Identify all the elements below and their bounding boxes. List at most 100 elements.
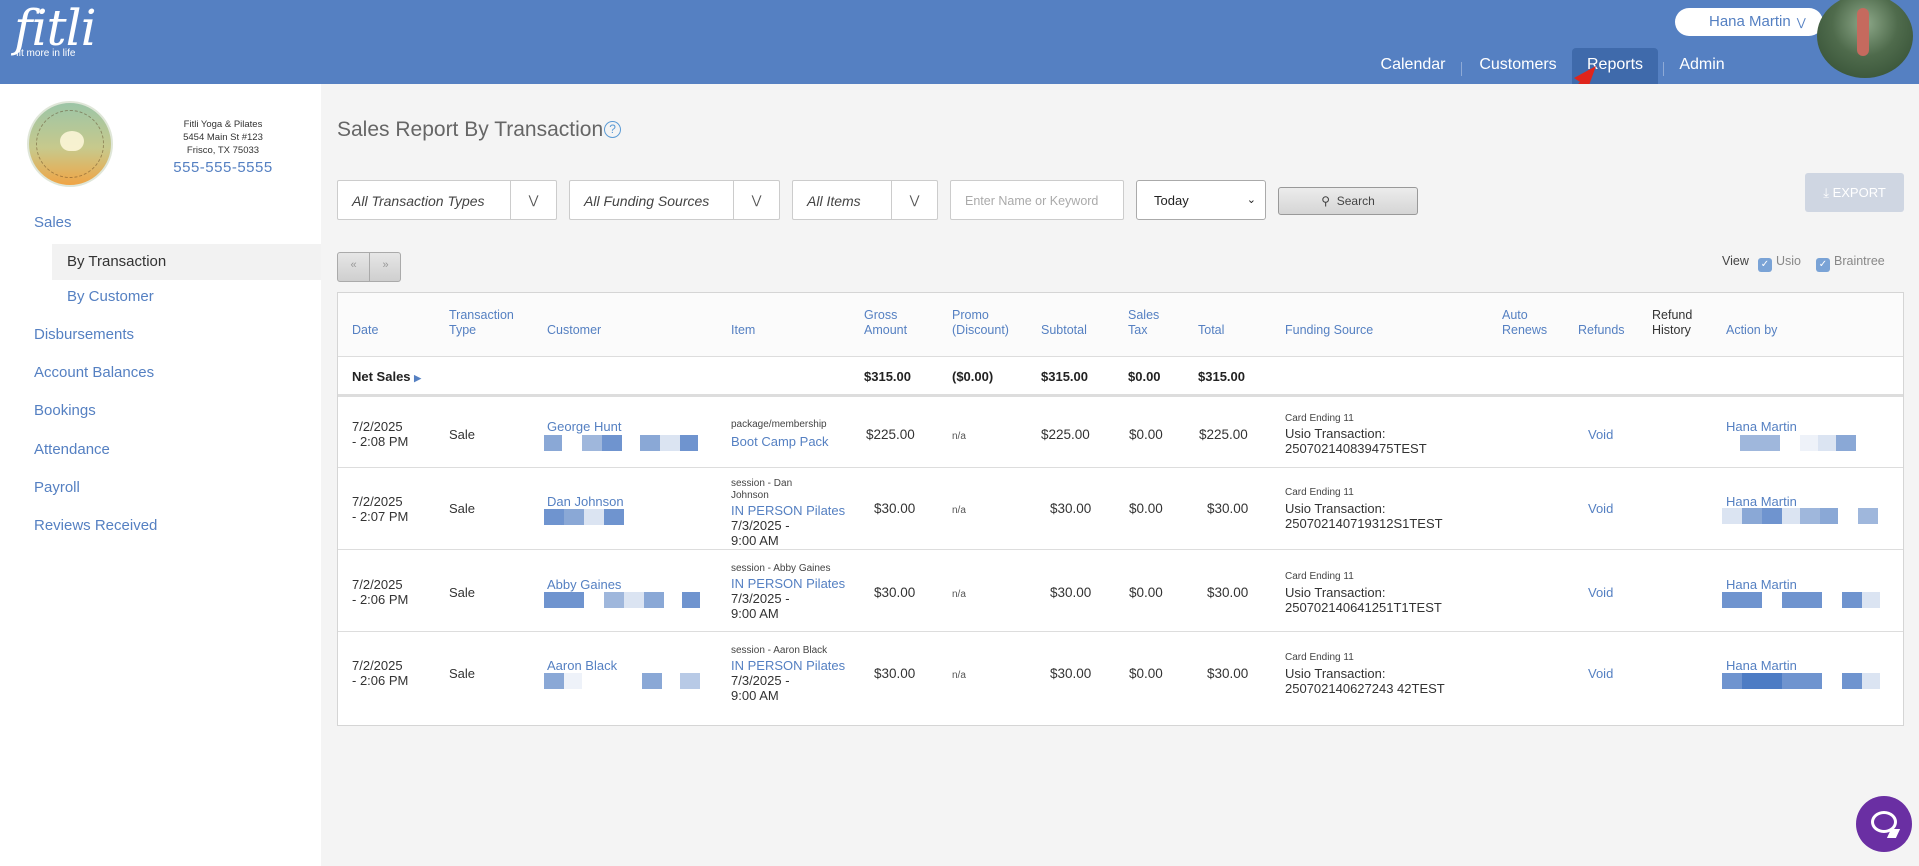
transaction-id: 250702140641251T1TEST: [1285, 600, 1442, 615]
item-link[interactable]: IN PERSON Pilates: [731, 503, 845, 518]
col-customer[interactable]: Customer: [547, 323, 601, 338]
sidebar-item-account-balances[interactable]: Account Balances: [34, 364, 154, 381]
search-button[interactable]: ⚲ Search: [1278, 187, 1418, 215]
action-by-link[interactable]: Hana Martin: [1726, 419, 1797, 434]
usio-checkbox[interactable]: ✓ Usio: [1758, 254, 1801, 272]
question-circle-icon[interactable]: ?: [604, 121, 622, 138]
redacted-block: [1722, 592, 1880, 608]
view-label: View: [1722, 254, 1749, 268]
date-line: - 2:08 PM: [352, 434, 409, 449]
action-by-link[interactable]: Hana Martin: [1726, 658, 1797, 673]
sidebar-item-by-transaction[interactable]: By Transaction: [52, 244, 321, 280]
braintree-label: Braintree: [1834, 254, 1885, 268]
col-sales-tax[interactable]: Sales Tax: [1128, 308, 1159, 338]
table-row: 7/2/2025- 2:07 PM Sale Dan Johnson sessi…: [338, 468, 1903, 550]
customer-link[interactable]: Abby Gaines: [547, 577, 621, 592]
pager-prev-button[interactable]: «: [338, 259, 369, 271]
col-refunds[interactable]: Refunds: [1578, 323, 1625, 338]
col-label: Type: [449, 323, 477, 337]
item-date: 7/3/2025 -9:00 AM: [731, 673, 790, 703]
card-ending: Card Ending 11: [1285, 487, 1354, 498]
studio-phone[interactable]: 555-555-5555: [150, 160, 296, 175]
usio-label: Usio Transaction:: [1285, 585, 1386, 600]
date-line: 7/2/2025: [352, 419, 403, 434]
nav-admin[interactable]: Admin: [1670, 48, 1734, 84]
col-label: Sales: [1128, 308, 1160, 322]
input-placeholder: Enter Name or Keyword: [965, 194, 1099, 208]
redacted-block: [544, 592, 700, 608]
braintree-checkbox[interactable]: ✓ Braintree: [1816, 254, 1885, 272]
item-link[interactable]: IN PERSON Pilates: [731, 658, 845, 673]
studio-logo: [27, 101, 113, 187]
nav-calendar[interactable]: Calendar: [1370, 48, 1456, 84]
sidebar-item-reviews-received[interactable]: Reviews Received: [34, 517, 157, 534]
cell-total: $30.00: [1207, 585, 1249, 600]
table-row: 7/2/2025- 2:06 PM Sale Abby Gaines sessi…: [338, 550, 1903, 632]
net-sales-label[interactable]: Net Sales ▶: [352, 369, 421, 384]
sidebar-item-sales[interactable]: Sales: [34, 214, 72, 231]
double-chevron-down-icon: ⋁: [891, 181, 937, 219]
sidebar-item-by-customer[interactable]: By Customer: [67, 288, 154, 305]
col-total[interactable]: Total: [1198, 323, 1224, 338]
item-link[interactable]: Boot Camp Pack: [731, 434, 829, 449]
date-range-select[interactable]: Today ⌄: [1136, 180, 1266, 220]
items-select[interactable]: All Items ⋁: [792, 180, 938, 220]
col-subtotal[interactable]: Subtotal: [1041, 323, 1087, 338]
col-action-by[interactable]: Action by: [1726, 323, 1777, 338]
void-link[interactable]: Void: [1588, 501, 1613, 516]
studio-name: Fitli Yoga & Pilates: [183, 119, 263, 130]
search-button-label: Search: [1336, 194, 1375, 208]
col-promo[interactable]: Promo (Discount): [952, 308, 1009, 338]
action-by-link[interactable]: Hana Martin: [1726, 577, 1797, 592]
col-item[interactable]: Item: [731, 323, 755, 338]
col-label: Refund: [1652, 308, 1693, 322]
net-sales-row: Net Sales ▶ $315.00 ($0.00) $315.00 $0.0…: [338, 357, 1903, 397]
item-date-line: 9:00 AM: [731, 606, 779, 621]
col-funding-source[interactable]: Funding Source: [1285, 323, 1373, 338]
export-button[interactable]: ⤓ EXPORT: [1805, 173, 1904, 212]
page-title-text: Sales Report By Transaction: [337, 118, 604, 141]
item-date-line: 7/3/2025 -: [731, 518, 790, 533]
pager-next-button[interactable]: »: [370, 259, 401, 271]
void-link[interactable]: Void: [1588, 427, 1613, 442]
cell-type: Sale: [449, 427, 476, 442]
user-menu-button[interactable]: Hana Martin ⋁: [1675, 8, 1823, 36]
void-link[interactable]: Void: [1588, 666, 1613, 681]
item-subtitle: session - Aaron Black: [731, 645, 828, 656]
sidebar-item-payroll[interactable]: Payroll: [34, 479, 80, 496]
nav-divider: [1461, 62, 1462, 76]
col-transaction-type[interactable]: Transaction Type: [449, 308, 514, 338]
sidebar: Fitli Yoga & Pilates 5454 Main St #123 F…: [0, 84, 321, 866]
chat-button[interactable]: [1856, 796, 1912, 852]
customer-link[interactable]: George Hunt: [547, 419, 621, 434]
keyword-search-input[interactable]: Enter Name or Keyword: [950, 180, 1124, 220]
cell-date: 7/2/2025- 2:08 PM: [352, 419, 408, 449]
customer-link[interactable]: Dan Johnson: [547, 494, 624, 509]
date-line: - 2:06 PM: [352, 673, 409, 688]
sidebar-item-bookings[interactable]: Bookings: [34, 402, 96, 419]
customer-link[interactable]: Aaron Black: [547, 658, 617, 673]
card-ending: Card Ending 11: [1285, 413, 1354, 424]
col-gross-amount[interactable]: Gross Amount: [864, 308, 907, 338]
col-auto-renews[interactable]: Auto Renews: [1502, 308, 1547, 338]
sidebar-item-attendance[interactable]: Attendance: [34, 441, 110, 458]
void-link[interactable]: Void: [1588, 585, 1613, 600]
transaction-types-select[interactable]: All Transaction Types ⋁​: [337, 180, 557, 220]
action-by-link[interactable]: Hana Martin: [1726, 494, 1797, 509]
net-subtotal: $315.00: [1041, 369, 1088, 384]
col-refund-history: Refund History: [1652, 308, 1692, 338]
col-label: Renews: [1502, 323, 1548, 337]
cell-tax: $0.00: [1129, 666, 1163, 681]
main-nav: Calendar Customers Reports Admin: [0, 48, 1919, 84]
item-link[interactable]: IN PERSON Pilates: [731, 576, 845, 591]
redacted-block: [1722, 508, 1878, 524]
col-date[interactable]: Date: [352, 323, 378, 338]
lotus-icon: [60, 131, 84, 151]
funding-sources-select[interactable]: All Funding Sources ⋁: [569, 180, 780, 220]
card-ending: Card Ending 11: [1285, 571, 1354, 582]
col-label: Gross: [864, 308, 898, 322]
cell-subtotal: $225.00: [1041, 427, 1090, 442]
cell-subtotal: $30.00: [1050, 585, 1092, 600]
cell-promo: n/a: [952, 589, 966, 600]
sidebar-item-disbursements[interactable]: Disbursements: [34, 326, 134, 343]
